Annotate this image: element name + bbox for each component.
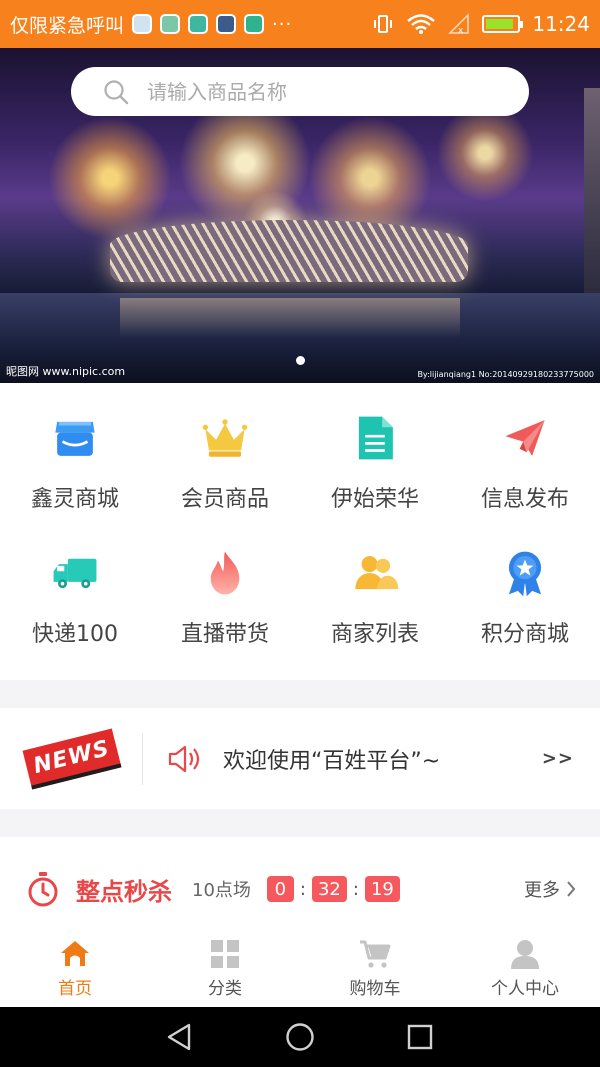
tab-label: 个人中心 — [491, 979, 559, 999]
carousel-indicator-dot[interactable] — [296, 356, 305, 365]
tab-profile[interactable]: 个人中心 — [450, 930, 600, 1007]
more-label: 更多 — [524, 880, 560, 901]
flame-icon — [210, 551, 240, 595]
news-badge: NEWS — [22, 727, 122, 790]
category-label: 商家列表 — [330, 622, 419, 647]
stadium — [110, 220, 468, 282]
tab-home[interactable]: 首页 — [0, 930, 150, 1007]
system-nav-bar — [0, 1007, 600, 1067]
clock: 11:24 — [532, 12, 590, 36]
category-label: 鑫灵商城 — [30, 487, 119, 512]
people-icon — [355, 556, 399, 590]
chevron-right-icon — [567, 881, 576, 897]
search-icon — [104, 79, 129, 104]
signal-icon: x — [448, 13, 470, 35]
truck-icon — [53, 558, 97, 589]
tab-cart[interactable]: 购物车 — [300, 930, 450, 1007]
home-icon — [61, 941, 89, 966]
flash-sale-header: 整点秒杀 10点场 0 : 32 : 19 更多 — [0, 867, 600, 911]
person-icon — [511, 940, 539, 969]
carrier-text: 仅限紧急呼叫 — [10, 14, 125, 37]
tab-label: 首页 — [58, 979, 92, 999]
stadium-reflection — [120, 298, 460, 338]
flash-sale-title: 整点秒杀 — [76, 877, 172, 906]
tower — [584, 88, 600, 298]
heart-notification-icon — [216, 14, 237, 34]
search-bar[interactable] — [71, 67, 529, 116]
banner-carousel[interactable]: 昵图网 www.nipic.com By:lijianqiang1 No:201… — [0, 48, 600, 383]
grid-icon — [211, 940, 239, 968]
document-icon — [358, 416, 393, 460]
speaker-icon — [168, 745, 200, 772]
category-points-mall[interactable]: 积分商城 — [450, 518, 600, 648]
tab-label: 购物车 — [349, 979, 401, 999]
wifi-icon — [407, 14, 436, 34]
watermark-left: 昵图网 www.nipic.com — [6, 365, 126, 378]
category-grid: 鑫灵商城 会员商品 伊始荣华 信息发布 快递100 直播带货 商家列表 积分商城 — [0, 383, 600, 680]
countdown-minutes: 32 — [311, 876, 347, 902]
app-notification-icon — [244, 14, 265, 34]
category-label: 伊始荣华 — [330, 487, 419, 512]
home-button-icon[interactable] — [285, 1022, 315, 1052]
bottom-tab-bar: 首页 分类 购物车 个人中心 — [0, 930, 600, 1007]
cart-icon — [360, 940, 391, 968]
tab-category[interactable]: 分类 — [150, 930, 300, 1007]
category-label: 会员商品 — [180, 487, 269, 512]
paper-plane-icon — [505, 420, 545, 456]
store-icon — [55, 421, 95, 456]
category-express[interactable]: 快递100 — [0, 518, 150, 648]
category-label: 直播带货 — [180, 622, 269, 647]
category-member-goods[interactable]: 会员商品 — [150, 383, 300, 513]
flash-sale-section: 整点秒杀 10点场 0 : 32 : 19 更多 — [0, 837, 600, 937]
watermark-right: By:lijianqiang1 No:20140929180233775000 — [417, 370, 594, 379]
flash-sale-session: 10点场 — [192, 880, 251, 901]
news-more-link[interactable]: >> — [542, 748, 574, 769]
news-ticker[interactable]: NEWS 欢迎使用“百姓平台”~ >> — [0, 708, 600, 809]
category-label: 快递100 — [32, 622, 118, 647]
category-merchants[interactable]: 商家列表 — [300, 518, 450, 648]
back-icon[interactable] — [165, 1022, 195, 1052]
search-input[interactable] — [147, 79, 507, 104]
app-notification-icon — [132, 14, 153, 34]
countdown-separator: : — [299, 878, 306, 900]
vibrate-icon — [374, 15, 393, 33]
android-notification-icon — [160, 14, 181, 34]
tab-label: 分类 — [208, 979, 242, 999]
category-yishi-ronghua[interactable]: 伊始荣华 — [300, 383, 450, 513]
category-label: 信息发布 — [480, 487, 569, 512]
category-publish-info[interactable]: 信息发布 — [450, 383, 600, 513]
battery-icon — [482, 15, 524, 33]
badge-icon — [508, 551, 542, 597]
stopwatch-icon — [28, 872, 58, 907]
countdown-hours: 0 — [266, 876, 294, 902]
recent-apps-icon[interactable] — [405, 1022, 435, 1052]
countdown-separator: : — [352, 878, 359, 900]
status-bar: 仅限紧急呼叫 ··· x 11:24 — [0, 0, 600, 48]
more-notifications: ··· — [272, 13, 293, 35]
svg-text:x: x — [458, 26, 464, 35]
countdown-seconds: 19 — [364, 876, 400, 902]
flash-sale-more-link[interactable]: 更多 — [524, 876, 576, 902]
crown-icon — [202, 419, 248, 457]
news-text: 欢迎使用“百姓平台”~ — [223, 748, 441, 774]
app-notification-icon — [188, 14, 209, 34]
divider — [142, 732, 143, 785]
category-label: 积分商城 — [480, 622, 569, 647]
category-live-sales[interactable]: 直播带货 — [150, 518, 300, 648]
category-store[interactable]: 鑫灵商城 — [0, 383, 150, 513]
